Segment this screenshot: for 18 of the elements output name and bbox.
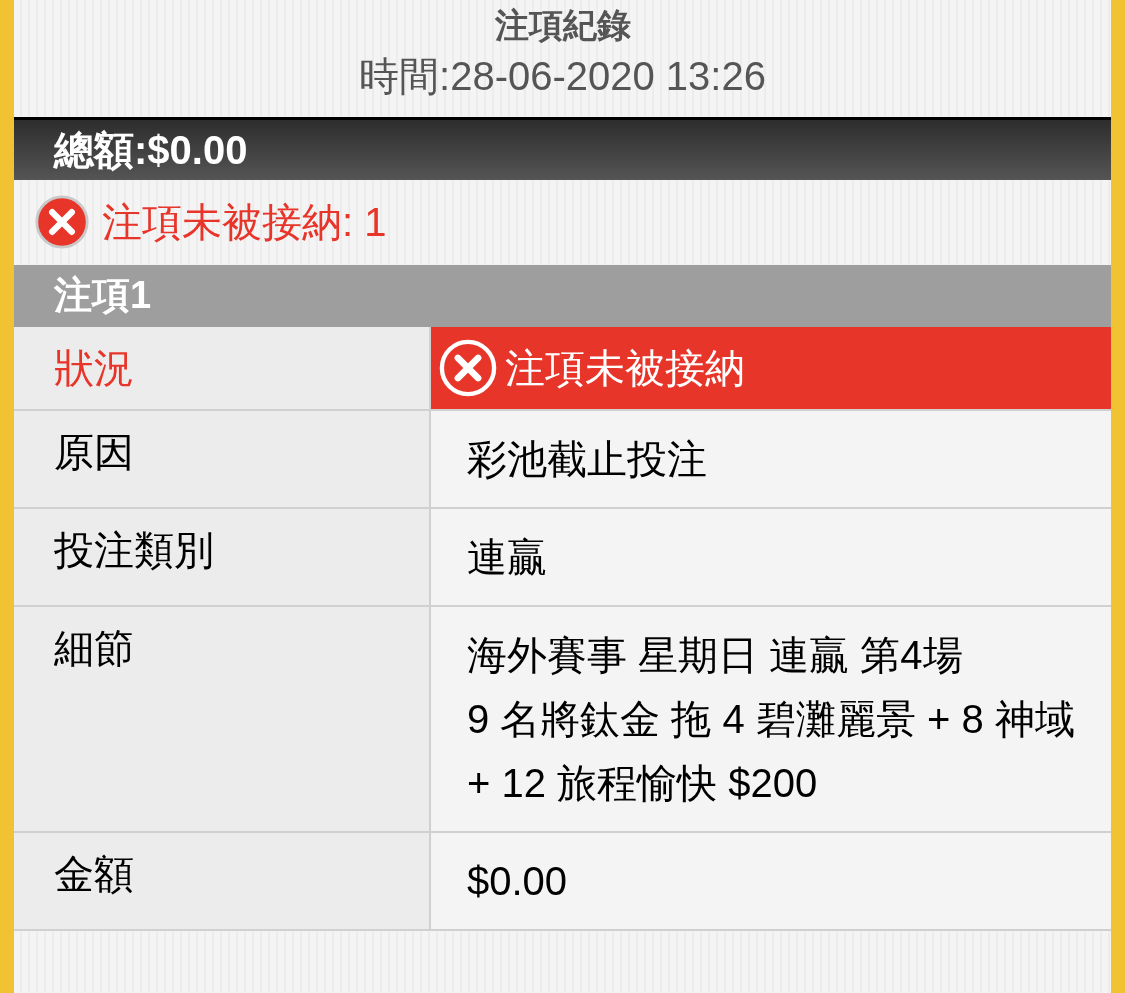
row-label: 金額 bbox=[14, 832, 431, 929]
total-bar: 總額:$0.00 bbox=[14, 119, 1111, 180]
row-label: 細節 bbox=[14, 606, 431, 831]
bet-time: 時間:28-06-2020 13:26 bbox=[359, 52, 766, 100]
status-text: 注項未被接納 bbox=[505, 344, 745, 392]
row-value: 連贏 bbox=[467, 533, 548, 581]
row-value: 海外賽事 星期日 連贏 第4場 bbox=[467, 631, 964, 679]
error-icon bbox=[439, 338, 497, 397]
row-value: 9 名將鈦金 拖 4 碧灘麗景 + 8 神域 + 12 旅程愉快 $200 bbox=[467, 695, 1075, 807]
row-label: 原因 bbox=[14, 410, 431, 507]
page-title: 注項紀錄 bbox=[494, 5, 631, 46]
error-summary: 注項未被接納: 1 bbox=[102, 199, 387, 246]
row-value: 彩池截止投注 bbox=[467, 435, 708, 483]
bet-heading: 注項1 bbox=[14, 264, 1111, 327]
row-value: $0.00 bbox=[467, 857, 569, 905]
error-icon bbox=[34, 194, 90, 250]
row-label: 狀況 bbox=[14, 326, 431, 409]
row-label: 投注類別 bbox=[14, 508, 431, 605]
